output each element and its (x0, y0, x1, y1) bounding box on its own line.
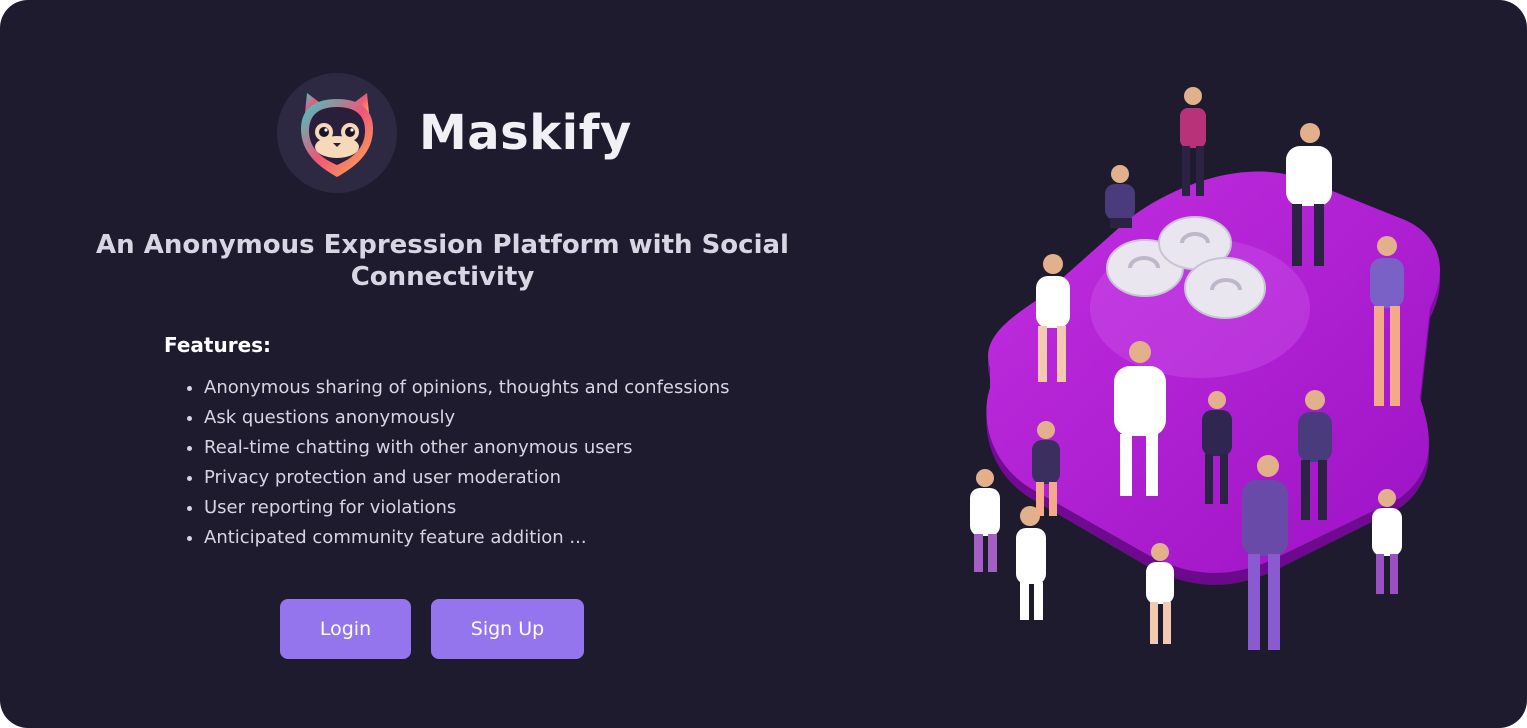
feature-item: Privacy protection and user moderation (187, 463, 730, 493)
brand-header: Maskify (277, 73, 632, 193)
signup-button[interactable]: Sign Up (431, 599, 584, 659)
community-people-illustration (950, 78, 1460, 663)
feature-item: Real-time chatting with other anonymous … (187, 433, 730, 463)
landing-page: Maskify An Anonymous Expression Platform… (0, 0, 1527, 728)
feature-item: Anonymous sharing of opinions, thoughts … (187, 373, 730, 403)
feature-item: Anticipated community feature addition .… (187, 523, 730, 553)
feature-item: User reporting for violations (187, 493, 730, 523)
page-tagline: An Anonymous Expression Platform with So… (96, 230, 789, 292)
feature-item: Ask questions anonymously (187, 403, 730, 433)
login-button[interactable]: Login (280, 599, 411, 659)
features-list: Anonymous sharing of opinions, thoughts … (164, 373, 730, 553)
features-heading: Features: (164, 333, 272, 357)
app-name: Maskify (419, 105, 632, 161)
masked-cat-logo-icon (277, 73, 397, 193)
